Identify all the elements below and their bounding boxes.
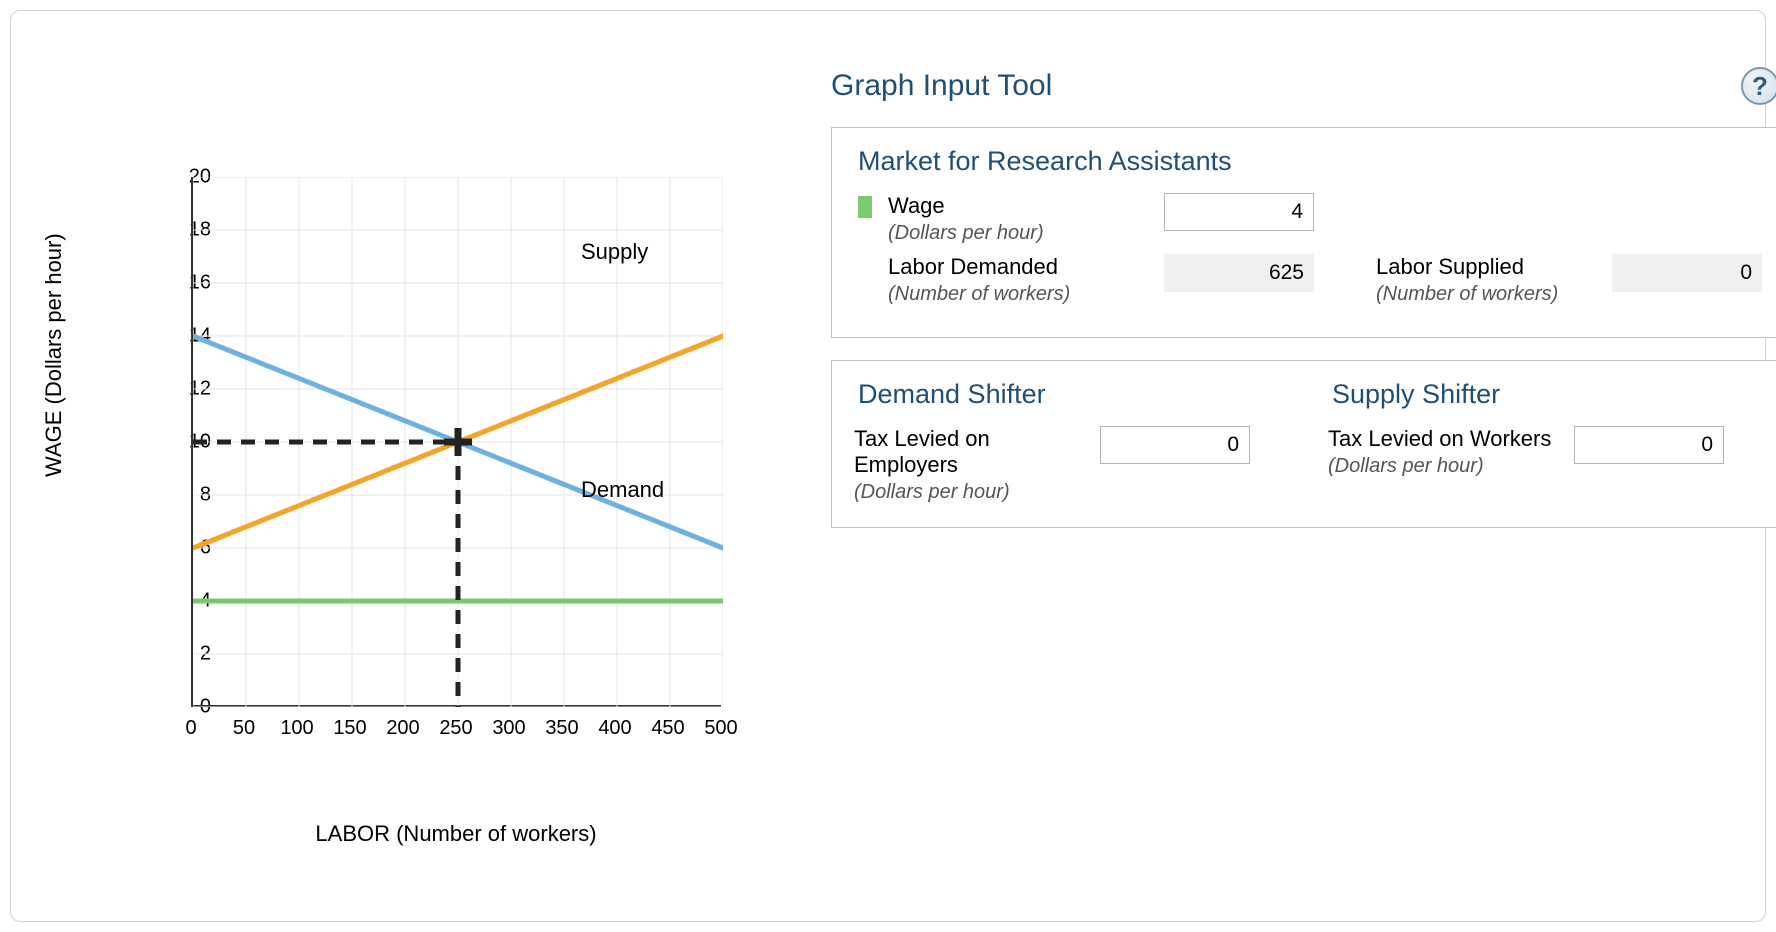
wage-row: Wage (Dollars per hour) — [858, 193, 1762, 246]
series-label-supply: Supply — [581, 239, 648, 265]
labor-row: Labor Demanded (Number of workers) Labor… — [888, 254, 1762, 307]
wage-label-text: Wage — [888, 193, 945, 218]
labor-demanded-label: Labor Demanded (Number of workers) — [888, 254, 1148, 307]
columns: WAGE (Dollars per hour) 0246810121416182… — [51, 47, 1725, 847]
labor-demanded-value — [1164, 254, 1314, 292]
series-label-demand: Demand — [581, 477, 664, 503]
demand-shifter-sub: (Dollars per hour) — [854, 481, 1010, 503]
y-axis-label: WAGE (Dollars per hour) — [41, 233, 67, 477]
supply-shifter-label: Tax Levied on Workers (Dollars per hour) — [1328, 426, 1558, 479]
chart-column: WAGE (Dollars per hour) 0246810121416182… — [51, 47, 771, 847]
supply-shifter-col: Supply Shifter Tax Levied on Workers (Do… — [1328, 379, 1762, 505]
wage-label-sub: (Dollars per hour) — [888, 222, 1044, 244]
labor-supplied-value — [1612, 254, 1762, 292]
wage-label: Wage (Dollars per hour) — [888, 193, 1148, 246]
tool-title: Graph Input Tool — [831, 69, 1052, 103]
wage-input[interactable] — [1164, 193, 1314, 231]
supply-shifter-row: Tax Levied on Workers (Dollars per hour) — [1328, 426, 1762, 479]
plot-wrap: 02468101214161820 0501001502002503003504… — [151, 177, 751, 797]
wage-swatch-icon — [858, 196, 872, 218]
labor-supplied-label: Labor Supplied (Number of workers) — [1376, 254, 1596, 307]
market-box-title: Market for Research Assistants — [858, 146, 1762, 177]
demand-shifter-col: Demand Shifter Tax Levied on Employers (… — [854, 379, 1288, 505]
x-axis-label: LABOR (Number of workers) — [51, 821, 771, 847]
labor-demanded-text: Labor Demanded — [888, 254, 1058, 279]
demand-shifter-input[interactable] — [1100, 426, 1250, 464]
demand-shifter-row: Tax Levied on Employers (Dollars per hou… — [854, 426, 1288, 505]
labor-supplied-text: Labor Supplied — [1376, 254, 1524, 279]
labor-supplied-sub: (Number of workers) — [1376, 283, 1558, 305]
supply-shifter-title: Supply Shifter — [1332, 379, 1762, 410]
supply-shifter-text: Tax Levied on Workers — [1328, 426, 1551, 451]
help-button[interactable]: ? — [1741, 67, 1776, 105]
tool-title-row: Graph Input Tool ? — [831, 67, 1776, 105]
input-column: Graph Input Tool ? Market for Research A… — [831, 47, 1776, 847]
demand-shifter-text: Tax Levied on Employers — [854, 426, 990, 477]
demand-shifter-label: Tax Levied on Employers (Dollars per hou… — [854, 426, 1084, 505]
market-box: Market for Research Assistants Wage (Dol… — [831, 127, 1776, 338]
labor-demanded-sub: (Number of workers) — [888, 283, 1070, 305]
shifter-box: Demand Shifter Tax Levied on Employers (… — [831, 360, 1776, 528]
supply-shifter-sub: (Dollars per hour) — [1328, 455, 1484, 477]
graph-tool-panel: WAGE (Dollars per hour) 0246810121416182… — [10, 10, 1766, 922]
chart-outer: WAGE (Dollars per hour) 0246810121416182… — [51, 167, 771, 847]
demand-shifter-title: Demand Shifter — [858, 379, 1288, 410]
help-icon: ? — [1752, 71, 1768, 102]
shifter-columns: Demand Shifter Tax Levied on Employers (… — [854, 379, 1762, 505]
supply-shifter-input[interactable] — [1574, 426, 1724, 464]
